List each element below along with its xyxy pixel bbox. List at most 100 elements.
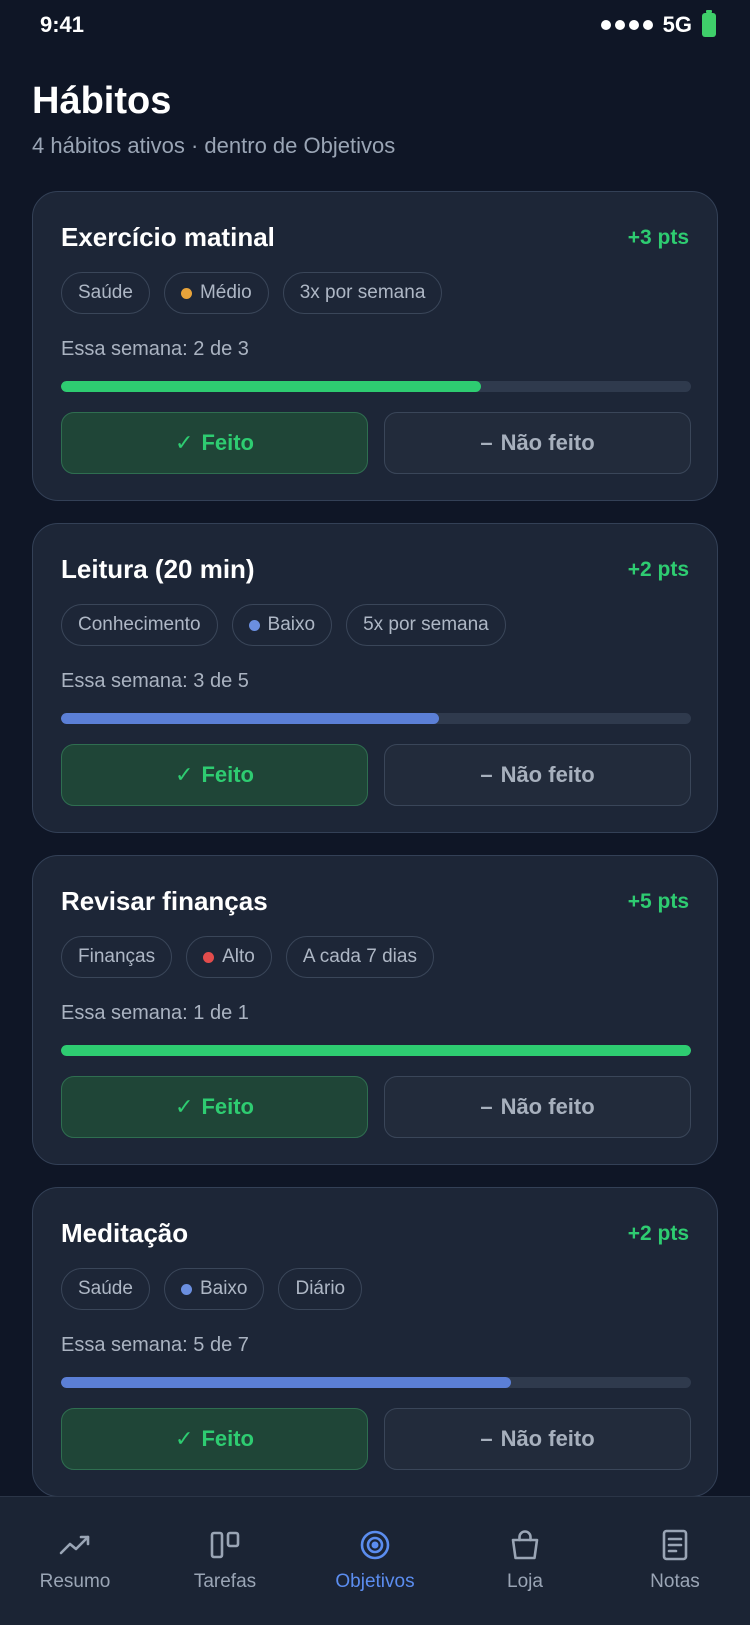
not-done-label: Não feito	[500, 430, 595, 455]
note-icon	[662, 1529, 688, 1561]
check-icon: ✓	[175, 762, 194, 787]
done-label: Feito	[201, 762, 254, 787]
habit-tags: Saúde Baixo Diário	[61, 1268, 363, 1310]
check-icon: ✓	[175, 1094, 194, 1119]
week-progress-text: Essa semana: 1 de 1	[61, 1002, 249, 1024]
priority-label: Baixo	[267, 614, 316, 635]
priority-tag: Baixo	[231, 604, 333, 646]
habit-title: Leitura (20 min)	[61, 554, 255, 584]
progress-fill	[61, 1045, 691, 1056]
check-icon: ✓	[175, 1426, 194, 1451]
frequency-label: 3x por semana	[299, 282, 426, 303]
habit-card: Exercício matinal +3 pts Saúde Médio 3x …	[32, 191, 718, 501]
tab-resumo[interactable]: Resumo	[0, 1497, 150, 1625]
done-button[interactable]: ✓ Feito	[61, 412, 368, 474]
category-label: Finanças	[78, 946, 156, 967]
progress-fill	[61, 381, 482, 392]
tab-tarefas[interactable]: Tarefas	[150, 1497, 300, 1625]
priority-dot-icon	[203, 951, 215, 963]
frequency-tag: 3x por semana	[282, 272, 443, 314]
done-button[interactable]: ✓ Feito	[61, 1076, 368, 1138]
habit-title: Revisar finanças	[61, 886, 268, 916]
habit-points: +5 pts	[627, 890, 689, 913]
not-done-button[interactable]: – Não feito	[384, 1076, 691, 1138]
habit-tags: Finanças Alto A cada 7 dias	[61, 936, 434, 978]
trend-up-icon	[59, 1535, 90, 1555]
frequency-tag: Diário	[278, 1268, 363, 1310]
progress-fill	[61, 1377, 511, 1388]
habit-actions: ✓ Feito – Não feito	[61, 412, 691, 474]
priority-dot-icon	[180, 1283, 192, 1295]
progress-bar	[61, 381, 691, 392]
habit-title: Exercício matinal	[61, 222, 275, 252]
done-label: Feito	[201, 1426, 254, 1451]
priority-label: Baixo	[199, 1278, 248, 1299]
habit-title: Meditação	[61, 1218, 189, 1248]
frequency-label: Diário	[295, 1278, 346, 1299]
tab-label: Loja	[507, 1571, 543, 1592]
dash-icon: –	[480, 762, 493, 787]
tab-label: Tarefas	[193, 1571, 257, 1592]
tab-label: Objetivos	[335, 1571, 415, 1592]
board-icon	[210, 1531, 240, 1559]
habit-actions: ✓ Feito – Não feito	[61, 744, 691, 806]
category-tag: Saúde	[61, 1268, 150, 1310]
habit-card: Meditação +2 pts Saúde Baixo Diário Essa…	[32, 1187, 718, 1497]
habit-tags: Conhecimento Baixo 5x por semana	[61, 604, 506, 646]
not-done-button[interactable]: – Não feito	[384, 744, 691, 806]
habit-points: +2 pts	[627, 558, 689, 581]
week-progress-text: Essa semana: 3 de 5	[61, 670, 249, 692]
priority-label: Médio	[199, 282, 252, 303]
habit-card: Revisar finanças +5 pts Finanças Alto A …	[32, 855, 718, 1165]
category-label: Conhecimento	[78, 614, 201, 635]
week-progress-text: Essa semana: 2 de 3	[61, 338, 249, 360]
priority-label: Alto	[222, 946, 255, 967]
done-label: Feito	[201, 430, 254, 455]
frequency-tag: A cada 7 dias	[285, 936, 434, 978]
priority-tag: Médio	[163, 272, 269, 314]
status-indicators: 5G	[600, 10, 716, 38]
progress-fill	[61, 713, 439, 724]
habit-actions: ✓ Feito – Não feito	[61, 1408, 691, 1470]
week-progress-text: Essa semana: 5 de 7	[61, 1334, 249, 1356]
habit-tags: Saúde Médio 3x por semana	[61, 272, 443, 314]
priority-dot-icon	[180, 287, 192, 299]
not-done-label: Não feito	[500, 762, 595, 787]
category-tag: Finanças	[61, 936, 173, 978]
tab-label: Notas	[650, 1571, 700, 1592]
priority-dot-icon	[248, 619, 260, 631]
habit-card: Leitura (20 min) +2 pts Conhecimento Bai…	[32, 523, 718, 833]
status-time: 9:41	[40, 12, 85, 37]
check-icon: ✓	[175, 430, 194, 455]
network-label: 5G	[662, 12, 692, 37]
tab-label: Resumo	[39, 1571, 111, 1592]
frequency-label: 5x por semana	[363, 614, 489, 635]
dash-icon: –	[480, 1094, 493, 1119]
priority-tag: Alto	[186, 936, 272, 978]
habit-list: Exercício matinal +3 pts Saúde Médio 3x …	[32, 191, 718, 1519]
done-label: Feito	[201, 1094, 254, 1119]
signal-icon	[600, 20, 653, 30]
tab-loja[interactable]: Loja	[450, 1497, 600, 1625]
done-button[interactable]: ✓ Feito	[61, 744, 368, 806]
tab-notas[interactable]: Notas	[600, 1497, 750, 1625]
done-button[interactable]: ✓ Feito	[61, 1408, 368, 1470]
habit-actions: ✓ Feito – Não feito	[61, 1076, 691, 1138]
category-tag: Saúde	[61, 272, 150, 314]
not-done-label: Não feito	[500, 1094, 595, 1119]
not-done-button[interactable]: – Não feito	[384, 1408, 691, 1470]
not-done-button[interactable]: – Não feito	[384, 412, 691, 474]
target-icon	[360, 1530, 390, 1560]
status-bar: 9:41 5G	[0, 0, 750, 50]
category-tag: Conhecimento	[61, 604, 218, 646]
bag-icon	[511, 1530, 539, 1560]
page-title: Hábitos	[32, 80, 172, 122]
battery-icon	[702, 10, 716, 37]
bottom-tab-bar: Resumo Tarefas Objetivos Loja Notas	[0, 1496, 750, 1625]
category-label: Saúde	[78, 1278, 133, 1299]
page-subtitle: 4 hábitos ativos · dentro de Objetivos	[32, 133, 396, 158]
frequency-tag: 5x por semana	[346, 604, 506, 646]
tab-objetivos[interactable]: Objetivos	[300, 1497, 450, 1625]
category-label: Saúde	[78, 282, 133, 303]
dash-icon: –	[480, 1426, 493, 1451]
